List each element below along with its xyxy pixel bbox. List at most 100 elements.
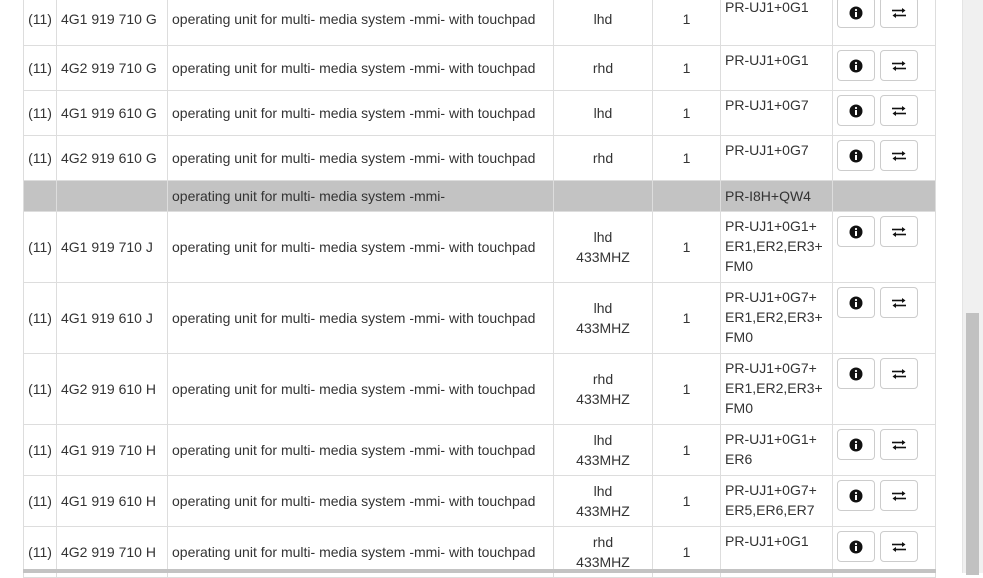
frequency: 433MHZ (576, 452, 630, 468)
info-button[interactable] (837, 287, 875, 318)
part-description: operating unit for multi- media system -… (167, 0, 554, 46)
pr-code-line: PR-UJ1+0G7+ (725, 360, 817, 376)
steering-side: rhd (592, 150, 614, 166)
pr-code-line: FM0 (725, 258, 753, 274)
qty-cell (652, 180, 721, 212)
compare-button[interactable] (879, 0, 918, 28)
info-circle-icon-svg (849, 489, 863, 502)
exchange-arrows-icon-svg (891, 60, 906, 71)
steering-side: rhd (592, 371, 614, 387)
steering-side: lhd (593, 483, 613, 499)
ref-number: (11) (23, 475, 57, 527)
actions-cell (832, 211, 936, 283)
info-button[interactable] (837, 95, 875, 126)
table-row: (11) 4G1 919 710 Joperating unit for mult… (23, 211, 936, 283)
quantity: 1 (652, 353, 721, 425)
ref-number: (11) (23, 135, 57, 181)
table-row: (11) 4G2 919 610 Goperating unit for mult… (23, 135, 936, 181)
ref-number: (11) (23, 282, 57, 354)
table-row: (11) 4G1 919 610 Hoperating unit for mult… (23, 475, 936, 527)
pr-code-line: FM0 (725, 329, 753, 345)
compare-button[interactable] (879, 287, 918, 318)
table-row: (11) 4G1 919 710 Hoperating unit for mult… (23, 424, 936, 476)
actions-cell (832, 135, 936, 181)
pr-code-line: PR-UJ1+0G1+ (725, 431, 817, 447)
info-button[interactable] (837, 50, 875, 81)
info-button[interactable] (837, 480, 875, 511)
table-row: (11) 4G1 919 710 Goperating unit for mult… (23, 0, 936, 46)
quantity: 1 (652, 45, 721, 91)
part-description: operating unit for multi- media system -… (167, 90, 554, 136)
pr-code-line: ER1,ER2,ER3+ (725, 238, 823, 254)
compare-button[interactable] (879, 95, 918, 126)
vertical-scrollbar[interactable] (962, 0, 983, 575)
part-description: operating unit for multi- media system -… (167, 353, 554, 425)
pr-code-cell: PR-UJ1+0G1 (720, 0, 833, 46)
pr-code-cell: PR-UJ1+0G1+ ER1,ER2,ER3+ FM0 (720, 211, 833, 283)
table-row: (11) 4G1 919 610 Goperating unit for mult… (23, 90, 936, 136)
pr-code-cell: PR-UJ1+0G1+ ER6 (720, 424, 833, 476)
pr-code-cell: PR-UJ1+0G7 (720, 135, 833, 181)
info-button[interactable] (837, 140, 875, 171)
frequency: 433MHZ (576, 503, 630, 519)
part-number: 4G1 919 710 G (56, 0, 168, 46)
part-description: operating unit for multi- media system -… (167, 211, 554, 283)
steering-side-cell: lhd 433MHZ (553, 282, 653, 354)
table-bottom-edge (23, 569, 936, 573)
ref-number: (11) (23, 353, 57, 425)
pr-code-line: PR-UJ1+0G7+ (725, 482, 817, 498)
group-pr-code: PR-I8H+QW4 (720, 180, 833, 212)
quantity: 1 (652, 90, 721, 136)
compare-button[interactable] (879, 429, 918, 460)
exchange-arrows-icon-svg (891, 368, 906, 379)
compare-button[interactable] (879, 480, 918, 511)
part-number: 4G2 919 610 G (56, 135, 168, 181)
ref-number: (11) (23, 211, 57, 283)
exchange-arrows-icon-svg (891, 541, 906, 552)
group-header-row: operating unit for multi- media system -… (23, 180, 936, 212)
frequency: 433MHZ (576, 391, 630, 407)
info-button[interactable] (837, 358, 875, 389)
steering-side: lhd (593, 300, 613, 316)
info-circle-icon-svg (849, 104, 863, 117)
parts-table: (11) 4G1 919 710 Goperating unit for mult… (23, 0, 936, 578)
pr-code-line: ER1,ER2,ER3+ (725, 309, 823, 325)
scrollbar-thumb[interactable] (966, 313, 979, 575)
info-circle-icon-svg (849, 225, 863, 238)
exchange-arrows-icon-svg (891, 7, 906, 18)
ref-number: (11) (23, 90, 57, 136)
exchange-arrows-icon-svg (891, 150, 906, 161)
actions-cell (832, 353, 936, 425)
compare-button[interactable] (879, 50, 918, 81)
steering-side: lhd (593, 229, 613, 245)
compare-button[interactable] (879, 531, 918, 562)
frequency: 433MHZ (576, 249, 630, 265)
exchange-arrows-icon-svg (891, 226, 906, 237)
part-number: 4G1 919 610 J (56, 282, 168, 354)
info-button[interactable] (837, 429, 875, 460)
exchange-arrows-icon-svg (891, 439, 906, 450)
compare-button[interactable] (879, 140, 918, 171)
ref-number: (11) (23, 424, 57, 476)
pr-code-line: PR-UJ1+0G1 (725, 0, 809, 15)
info-circle-icon-svg (849, 367, 863, 380)
actions-cell (832, 45, 936, 91)
info-button[interactable] (837, 216, 875, 247)
pr-code-line: PR-UJ1+0G1+ (725, 218, 817, 234)
table-row: (11) 4G2 919 610 Hoperating unit for mult… (23, 353, 936, 425)
part-description: operating unit for multi- media system -… (167, 475, 554, 527)
pr-code-line: PR-UJ1+0G7+ (725, 289, 817, 305)
compare-button[interactable] (879, 216, 918, 247)
steering-side-cell: lhd (553, 90, 653, 136)
pr-code-cell: PR-UJ1+0G1 (720, 45, 833, 91)
compare-button[interactable] (879, 358, 918, 389)
pr-code-line: FM0 (725, 400, 753, 416)
steering-side: rhd (592, 60, 614, 76)
part-number: 4G1 919 710 H (56, 424, 168, 476)
part-number-cell (56, 180, 168, 212)
part-number: 4G1 919 610 H (56, 475, 168, 527)
pr-code-line: PR-UJ1+0G1 (725, 533, 809, 549)
info-button[interactable] (837, 0, 875, 28)
info-button[interactable] (837, 531, 875, 562)
pr-code-line: ER5,ER6,ER7 (725, 502, 815, 518)
